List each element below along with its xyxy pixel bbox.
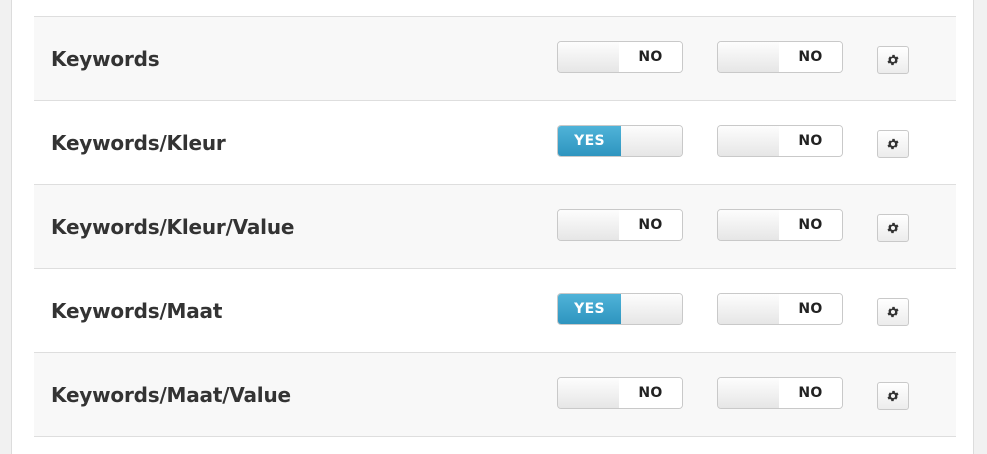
switch-state-label: NO (779, 42, 842, 72)
toggle-switch-1[interactable]: NO (557, 41, 683, 73)
table-row: Keywords/Kleur/Value NO NO (34, 185, 956, 269)
attribute-table: Keywords NO NO Keywords/Kleur YES NO Key… (34, 16, 956, 437)
row-label: Keywords/Maat (51, 299, 223, 323)
toggle-switch-1[interactable]: YES (557, 125, 683, 157)
switch-knob (718, 294, 780, 324)
table-row: Keywords/Maat/Value NO NO (34, 353, 956, 437)
switch-state-label: NO (779, 126, 842, 156)
toggle-switch-2[interactable]: NO (717, 377, 843, 409)
switch-knob (558, 42, 620, 72)
gear-icon (887, 222, 899, 234)
settings-button[interactable] (877, 298, 909, 326)
switch-state-label: NO (619, 378, 682, 408)
switch-state-label: NO (619, 210, 682, 240)
switch-knob (718, 378, 780, 408)
settings-button[interactable] (877, 46, 909, 74)
toggle-switch-1[interactable]: NO (557, 209, 683, 241)
gear-icon (887, 54, 899, 66)
switch-knob (718, 42, 780, 72)
switch-knob (620, 126, 682, 156)
toggle-switch-2[interactable]: NO (717, 209, 843, 241)
gear-icon (887, 306, 899, 318)
row-label: Keywords/Maat/Value (51, 383, 291, 407)
switch-state-label: NO (779, 210, 842, 240)
row-label: Keywords/Kleur (51, 131, 226, 155)
settings-button[interactable] (877, 130, 909, 158)
row-label: Keywords (51, 47, 160, 71)
toggle-switch-2[interactable]: NO (717, 293, 843, 325)
switch-state-label: YES (558, 126, 621, 156)
toggle-switch-1[interactable]: NO (557, 377, 683, 409)
toggle-switch-1[interactable]: YES (557, 293, 683, 325)
switch-knob (558, 378, 620, 408)
content-panel: Keywords NO NO Keywords/Kleur YES NO Key… (11, 0, 974, 454)
settings-button[interactable] (877, 382, 909, 410)
table-row: Keywords/Maat YES NO (34, 269, 956, 353)
gear-icon (887, 390, 899, 402)
switch-state-label: NO (779, 378, 842, 408)
switch-knob (718, 210, 780, 240)
switch-knob (620, 294, 682, 324)
table-row: Keywords NO NO (34, 17, 956, 101)
row-label: Keywords/Kleur/Value (51, 215, 295, 239)
gear-icon (887, 138, 899, 150)
toggle-switch-2[interactable]: NO (717, 125, 843, 157)
table-row: Keywords/Kleur YES NO (34, 101, 956, 185)
switch-state-label: NO (619, 42, 682, 72)
switch-state-label: NO (779, 294, 842, 324)
settings-button[interactable] (877, 214, 909, 242)
switch-knob (558, 210, 620, 240)
switch-state-label: YES (558, 294, 621, 324)
switch-knob (718, 126, 780, 156)
toggle-switch-2[interactable]: NO (717, 41, 843, 73)
